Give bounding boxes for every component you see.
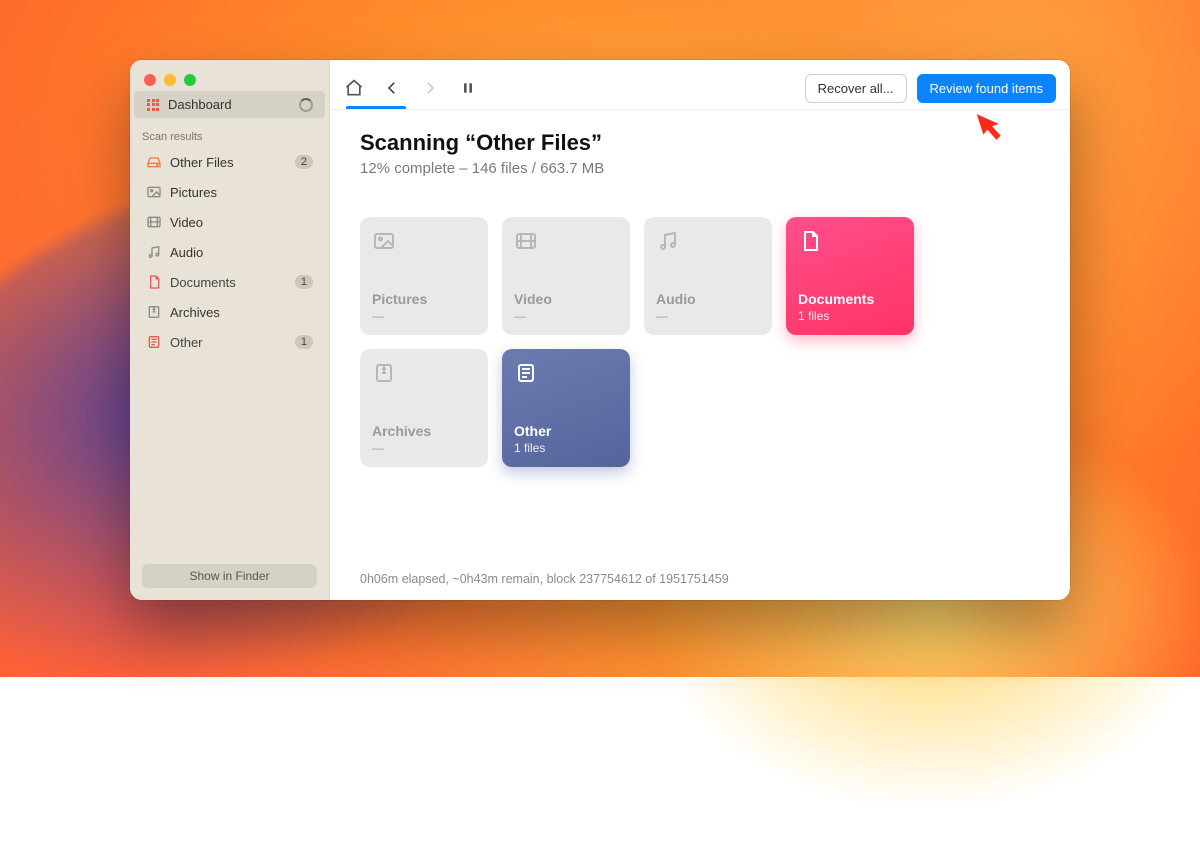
sidebar-item-label: Dashboard — [168, 97, 232, 112]
window-maximize-button[interactable] — [184, 74, 196, 86]
video-icon — [146, 214, 162, 230]
other-icon — [146, 334, 162, 350]
show-in-finder-button[interactable]: Show in Finder — [142, 564, 317, 588]
sidebar-item-label: Other — [170, 335, 203, 350]
card-title: Documents — [798, 291, 902, 307]
forward-button[interactable] — [420, 78, 440, 98]
window-minimize-button[interactable] — [164, 74, 176, 86]
spinner-icon — [299, 98, 313, 112]
sidebar-item-other[interactable]: Other 1 — [134, 328, 325, 356]
category-cards: Pictures — Video — — [360, 217, 1040, 467]
card-subtitle: 1 files — [514, 441, 618, 455]
card-subtitle: — — [656, 309, 760, 323]
card-archives[interactable]: Archives — — [360, 349, 488, 467]
count-badge: 1 — [295, 275, 313, 289]
sidebar-item-label: Documents — [170, 275, 236, 290]
app-window: Dashboard Scan results Other Files 2 Pic… — [130, 60, 1070, 600]
review-found-items-button[interactable]: Review found items — [917, 74, 1056, 103]
sidebar-item-label: Audio — [170, 245, 203, 260]
sidebar-item-other-files[interactable]: Other Files 2 — [134, 148, 325, 176]
button-label: Recover all... — [818, 81, 894, 96]
status-footer: 0h06m elapsed, ~0h43m remain, block 2377… — [360, 572, 729, 586]
archive-icon — [146, 304, 162, 320]
archive-icon — [372, 361, 396, 385]
card-title: Other — [514, 423, 618, 439]
back-button[interactable] — [382, 78, 402, 98]
other-icon — [514, 361, 538, 385]
video-icon — [514, 229, 538, 253]
toolbar: Recover all... Review found items — [330, 60, 1070, 106]
main-panel: Recover all... Review found items Scanni… — [330, 60, 1070, 600]
show-in-finder-label: Show in Finder — [189, 569, 269, 583]
sidebar-item-label: Video — [170, 215, 203, 230]
sidebar-item-label: Other Files — [170, 155, 234, 170]
document-icon — [798, 229, 822, 253]
page-title: Scanning “Other Files” — [360, 130, 1040, 156]
audio-icon — [146, 244, 162, 260]
sidebar: Dashboard Scan results Other Files 2 Pic… — [130, 60, 330, 600]
sidebar-item-label: Archives — [170, 305, 220, 320]
card-subtitle: 1 files — [798, 309, 902, 323]
card-documents[interactable]: Documents 1 files — [786, 217, 914, 335]
content-area: Scanning “Other Files” 12% complete – 14… — [330, 110, 1070, 600]
count-badge: 1 — [295, 335, 313, 349]
count-badge: 2 — [295, 155, 313, 169]
sidebar-item-archives[interactable]: Archives — [134, 298, 325, 326]
button-label: Review found items — [930, 81, 1043, 96]
card-subtitle: — — [514, 309, 618, 323]
sidebar-section-label: Scan results — [130, 119, 329, 147]
toolbar-left — [344, 78, 478, 98]
card-subtitle: — — [372, 309, 476, 323]
document-icon — [146, 274, 162, 290]
card-pictures[interactable]: Pictures — — [360, 217, 488, 335]
card-other[interactable]: Other 1 files — [502, 349, 630, 467]
toolbar-right: Recover all... Review found items — [805, 74, 1056, 103]
sidebar-item-video[interactable]: Video — [134, 208, 325, 236]
drive-icon — [146, 154, 162, 170]
card-title: Archives — [372, 423, 476, 439]
card-title: Audio — [656, 291, 760, 307]
grid-icon — [146, 98, 160, 112]
picture-icon — [372, 229, 396, 253]
sidebar-item-documents[interactable]: Documents 1 — [134, 268, 325, 296]
sidebar-item-dashboard[interactable]: Dashboard — [134, 91, 325, 118]
sidebar-item-pictures[interactable]: Pictures — [134, 178, 325, 206]
card-audio[interactable]: Audio — — [644, 217, 772, 335]
audio-icon — [656, 229, 680, 253]
window-close-button[interactable] — [144, 74, 156, 86]
card-video[interactable]: Video — — [502, 217, 630, 335]
home-icon[interactable] — [344, 78, 364, 98]
window-controls — [130, 60, 329, 90]
page-subtitle: 12% complete – 146 files / 663.7 MB — [360, 160, 1040, 177]
recover-all-button[interactable]: Recover all... — [805, 74, 907, 103]
sidebar-item-audio[interactable]: Audio — [134, 238, 325, 266]
picture-icon — [146, 184, 162, 200]
pause-button[interactable] — [458, 78, 478, 98]
card-subtitle: — — [372, 441, 476, 455]
sidebar-item-label: Pictures — [170, 185, 217, 200]
card-title: Video — [514, 291, 618, 307]
card-title: Pictures — [372, 291, 476, 307]
